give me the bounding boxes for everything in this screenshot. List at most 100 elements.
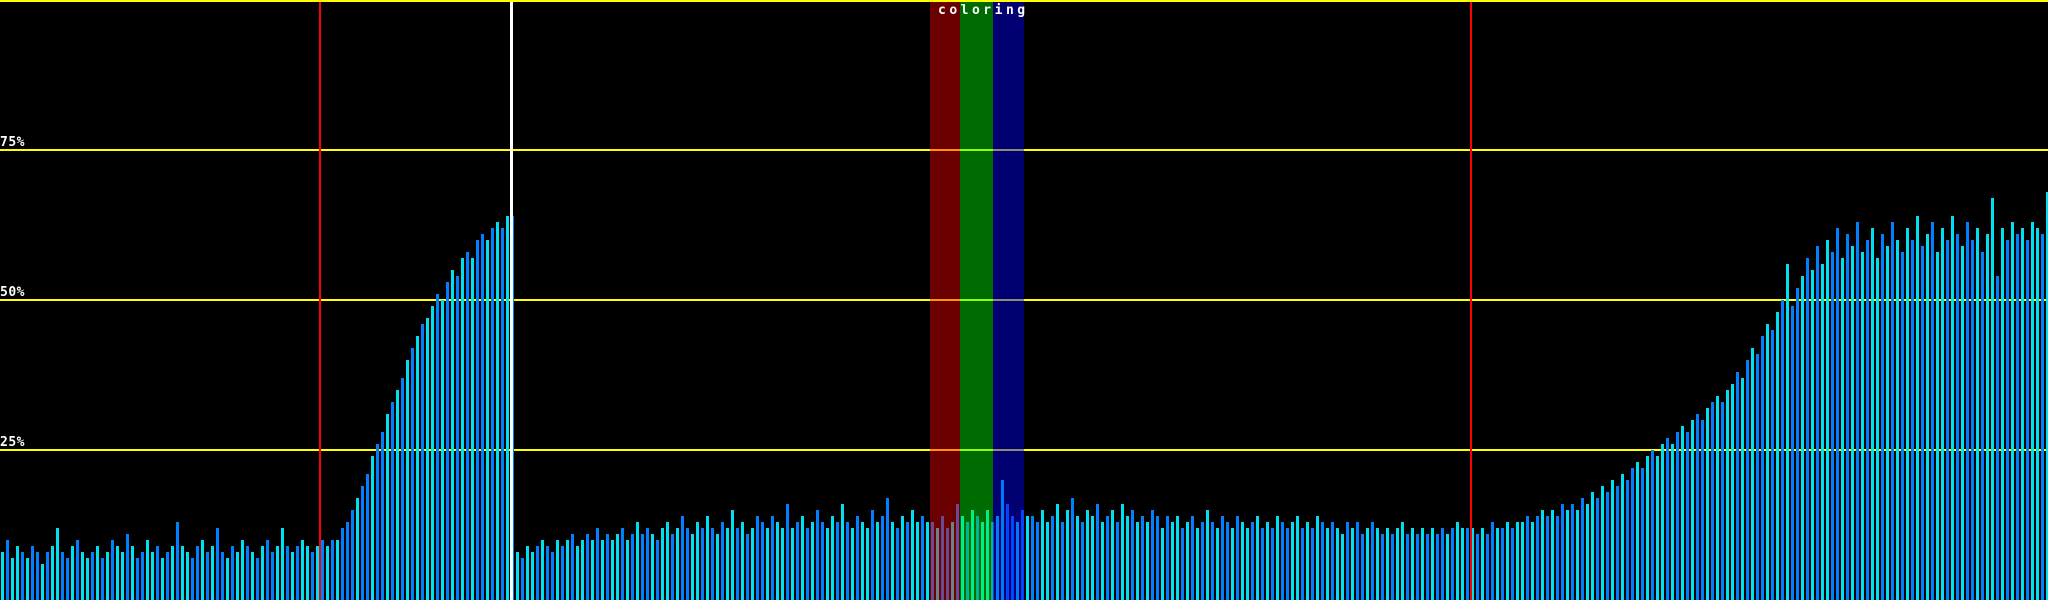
bar [1731,384,1734,600]
bar [1651,450,1654,600]
bar [606,534,609,600]
bar [706,516,709,600]
bar [1981,252,1984,600]
bar [221,552,224,600]
bar [1906,228,1909,600]
bar [1506,522,1509,600]
bar [846,522,849,600]
bar [1801,276,1804,600]
bar [1301,528,1304,600]
bar [521,558,524,600]
bar [666,522,669,600]
bar [186,552,189,600]
bar [2006,240,2009,600]
bar [176,522,179,600]
bar [1401,522,1404,600]
bar [686,528,689,600]
bar [351,510,354,600]
bar [141,552,144,600]
bar [786,504,789,600]
marker-red-line [319,2,321,600]
bar [796,522,799,600]
bar [1136,522,1139,600]
bar [1911,240,1914,600]
bar [811,522,814,600]
bar [1776,312,1779,600]
bar [1276,516,1279,600]
bar [651,534,654,600]
bar [51,546,54,600]
bar [181,546,184,600]
bar [136,558,139,600]
bar [781,528,784,600]
bar [1166,516,1169,600]
bar [1416,534,1419,600]
bar [121,552,124,600]
coloring-label: coloring [938,3,1029,18]
bar [1246,528,1249,600]
bar [1351,528,1354,600]
bar [911,510,914,600]
bar [1631,468,1634,600]
bar [1956,234,1959,600]
bar [1676,432,1679,600]
bar [2016,234,2019,600]
bar [1096,504,1099,600]
bar [1661,444,1664,600]
bar [1371,522,1374,600]
bar [631,534,634,600]
bar [1306,522,1309,600]
bar [1636,462,1639,600]
bar [1936,252,1939,600]
bar [241,540,244,600]
bar [191,558,194,600]
bar [131,546,134,600]
bar [146,540,149,600]
bar [756,516,759,600]
bar [1606,492,1609,600]
bar [761,522,764,600]
bar [1356,522,1359,600]
bar [1311,528,1314,600]
bar [1996,276,1999,600]
bar [1296,516,1299,600]
bar [1941,228,1944,600]
bar [331,540,334,600]
bar [1076,516,1079,600]
bar [536,546,539,600]
bar [1421,528,1424,600]
bar [1496,528,1499,600]
bar [1961,246,1964,600]
bar [291,552,294,600]
bar [261,546,264,600]
bar [1126,516,1129,600]
bar [1531,522,1534,600]
bar [1771,330,1774,600]
bar [1766,324,1769,600]
bar [1331,522,1334,600]
bar [1411,528,1414,600]
bar [1341,534,1344,600]
bar [1216,528,1219,600]
bar [26,558,29,600]
bar [1971,240,1974,600]
bar [1406,534,1409,600]
bar [1291,522,1294,600]
bar [806,528,809,600]
bar [506,216,509,600]
bar [1211,522,1214,600]
bar [251,552,254,600]
bar [306,546,309,600]
bar [1791,306,1794,600]
bar [656,540,659,600]
bar [1086,510,1089,600]
bar [2021,228,2024,600]
bar [1261,528,1264,600]
bar [1146,522,1149,600]
bar [6,540,9,600]
bar [1046,522,1049,600]
bar [836,522,839,600]
bar [1056,504,1059,600]
bar [396,390,399,600]
bar [1881,234,1884,600]
